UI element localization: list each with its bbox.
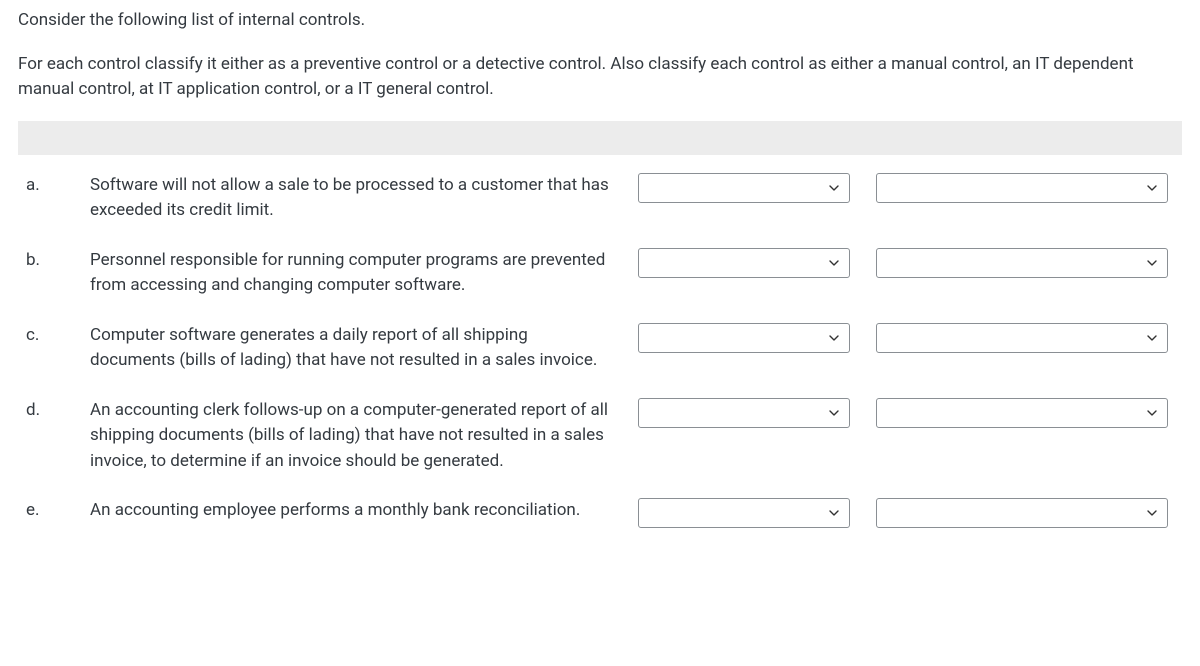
chevron-down-icon [1147,335,1157,341]
item-row: e.An accounting employee performs a mont… [18,498,1182,528]
item-label: e. [18,498,90,524]
control-category-select[interactable] [876,498,1168,528]
dropdown-group [638,498,1168,528]
item-row: c.Computer software generates a daily re… [18,323,1182,374]
control-type-select[interactable] [638,498,850,528]
chevron-down-icon [829,335,839,341]
item-text: An accounting clerk follows-up on a comp… [90,398,638,475]
instructions-block: Consider the following list of internal … [18,8,1182,103]
chevron-down-icon [829,260,839,266]
item-label: c. [18,323,90,349]
control-category-select[interactable] [876,398,1168,428]
dropdown-group [638,173,1168,203]
item-label: a. [18,173,90,199]
item-text: An accounting employee performs a monthl… [90,498,638,524]
item-row: d.An accounting clerk follows-up on a co… [18,398,1182,475]
chevron-down-icon [1147,410,1157,416]
control-category-select[interactable] [876,173,1168,203]
chevron-down-icon [1147,260,1157,266]
chevron-down-icon [1147,185,1157,191]
instruction-line-2: For each control classify it either as a… [18,52,1182,103]
item-label: d. [18,398,90,424]
item-row: a.Software will not allow a sale to be p… [18,173,1182,224]
control-category-select[interactable] [876,323,1168,353]
chevron-down-icon [829,185,839,191]
control-type-select[interactable] [638,323,850,353]
header-bar [18,121,1182,155]
chevron-down-icon [829,510,839,516]
dropdown-group [638,248,1168,278]
instruction-line-1: Consider the following list of internal … [18,8,1182,34]
control-type-select[interactable] [638,173,850,203]
control-category-select[interactable] [876,248,1168,278]
chevron-down-icon [1147,510,1157,516]
item-text: Personnel responsible for running comput… [90,248,638,299]
item-text: Computer software generates a daily repo… [90,323,638,374]
control-type-select[interactable] [638,398,850,428]
item-text: Software will not allow a sale to be pro… [90,173,638,224]
chevron-down-icon [829,410,839,416]
control-type-select[interactable] [638,248,850,278]
dropdown-group [638,398,1168,428]
item-row: b.Personnel responsible for running comp… [18,248,1182,299]
dropdown-group [638,323,1168,353]
item-label: b. [18,248,90,274]
